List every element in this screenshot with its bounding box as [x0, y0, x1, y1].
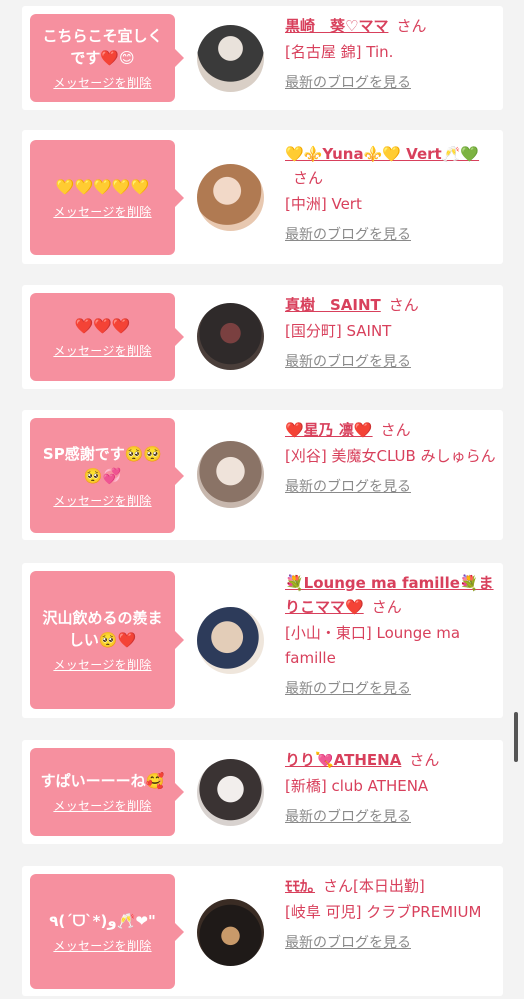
shop-label: [岐阜 可児] クラブPREMIUM: [285, 903, 482, 921]
sender-info: ❤️星乃 凛❤️ さん [刈谷] 美魔女CLUB みしゅらん 最新のブログを見る: [285, 418, 497, 497]
sender-name-link[interactable]: 黒崎 葵♡ママ: [285, 17, 388, 35]
message-text: こちらこそ宜しくです❤️😊: [42, 27, 163, 67]
delete-message-link[interactable]: メッセージを削除: [53, 938, 151, 954]
shop-label: [刈谷] 美魔女CLUB みしゅらん: [285, 447, 496, 465]
name-row: りり💘ATHENA さん: [285, 748, 497, 772]
delete-message-link[interactable]: メッセージを削除: [53, 75, 151, 91]
avatar[interactable]: [197, 899, 264, 966]
latest-blog-link[interactable]: 最新のブログを見る: [285, 477, 411, 497]
sender-info: 💛⚜️Yuna⚜️💛 Vert🥂💚 さん [中洲] Vert 最新のブログを見る: [285, 142, 497, 245]
name-row: 💛⚜️Yuna⚜️💛 Vert🥂💚 さん: [285, 142, 497, 190]
honorific: さん: [380, 421, 411, 439]
message-card: ❤️❤️❤️ メッセージを削除 真樹 SAINT さん [国分町] SAINT 最…: [22, 285, 503, 389]
shop-label: [小山・東口] Lounge ma famille: [285, 624, 461, 667]
message-card: こちらこそ宜しくです❤️😊 メッセージを削除 黒崎 葵♡ママ さん [名古屋 錦]…: [22, 6, 503, 110]
message-bubble: すぱいーーーね🥰 メッセージを削除: [30, 748, 184, 836]
delete-message-link[interactable]: メッセージを削除: [53, 343, 151, 359]
name-row: ﾓﾓｶ｡ さん[本日出勤]: [285, 874, 497, 898]
message-bubble: SP感謝です🥺🥺🥺💞 メッセージを削除: [30, 418, 184, 533]
shop-label: [名古屋 錦] Tin.: [285, 43, 394, 61]
avatar[interactable]: [197, 164, 264, 231]
message-card: SP感謝です🥺🥺🥺💞 メッセージを削除 ❤️星乃 凛❤️ さん [刈谷] 美魔女C…: [22, 410, 503, 540]
sender-info: 黒崎 葵♡ママ さん [名古屋 錦] Tin. 最新のブログを見る: [285, 14, 497, 93]
latest-blog-link[interactable]: 最新のブログを見る: [285, 352, 411, 372]
honorific: さん: [323, 877, 354, 895]
message-feed: こちらこそ宜しくです❤️😊 メッセージを削除 黒崎 葵♡ママ さん [名古屋 錦]…: [0, 0, 524, 999]
avatar[interactable]: [197, 303, 264, 370]
latest-blog-link[interactable]: 最新のブログを見る: [285, 225, 411, 245]
latest-blog-link[interactable]: 最新のブログを見る: [285, 679, 411, 699]
name-row: 💐Lounge ma famille💐まりこママ❤️ さん: [285, 571, 497, 619]
message-card: 沢山飲めるの羨ましい🥺❤️ メッセージを削除 💐Lounge ma famill…: [22, 563, 503, 718]
delete-message-link[interactable]: メッセージを削除: [53, 798, 151, 814]
message-card: 💛💛💛💛💛 メッセージを削除 💛⚜️Yuna⚜️💛 Vert🥂💚 さん [中洲] …: [22, 130, 503, 264]
message-bubble: 沢山飲めるの羨ましい🥺❤️ メッセージを削除: [30, 571, 184, 709]
avatar[interactable]: [197, 759, 264, 826]
sender-name-link[interactable]: ﾓﾓｶ｡: [285, 877, 315, 895]
delete-message-link[interactable]: メッセージを削除: [53, 204, 151, 220]
message-text: 💛💛💛💛💛: [55, 177, 150, 196]
honorific: さん: [396, 17, 427, 35]
honorific: さん: [388, 296, 419, 314]
avatar[interactable]: [197, 441, 264, 508]
message-card: すぱいーーーね🥰 メッセージを削除 りり💘ATHENA さん [新橋] club …: [22, 740, 503, 844]
status-label: [本日出勤]: [353, 877, 425, 895]
message-bubble: ٩(ˊᗜˋ*)و🥂❤︎" メッセージを削除: [30, 874, 184, 989]
message-bubble: 💛💛💛💛💛 メッセージを削除: [30, 140, 184, 255]
sender-info: りり💘ATHENA さん [新橋] club ATHENA 最新のブログを見る: [285, 748, 497, 827]
sender-name-link[interactable]: 真樹 SAINT: [285, 296, 381, 314]
shop-label: [中洲] Vert: [285, 195, 362, 213]
message-bubble: ❤️❤️❤️ メッセージを削除: [30, 293, 184, 381]
avatar[interactable]: [197, 25, 264, 92]
delete-message-link[interactable]: メッセージを削除: [53, 657, 151, 673]
scrollbar[interactable]: [514, 712, 518, 762]
avatar[interactable]: [197, 607, 264, 674]
sender-info: 真樹 SAINT さん [国分町] SAINT 最新のブログを見る: [285, 293, 497, 372]
latest-blog-link[interactable]: 最新のブログを見る: [285, 73, 411, 93]
message-text: ❤️❤️❤️: [74, 317, 131, 335]
message-text: すぱいーーーね🥰: [40, 772, 165, 790]
name-row: 黒崎 葵♡ママ さん: [285, 14, 497, 38]
sender-name-link[interactable]: りり💘ATHENA: [285, 751, 401, 769]
shop-label: [国分町] SAINT: [285, 322, 392, 340]
sender-name-link[interactable]: 💛⚜️Yuna⚜️💛 Vert🥂💚: [285, 145, 479, 163]
name-row: ❤️星乃 凛❤️ さん: [285, 418, 497, 442]
message-card: ٩(ˊᗜˋ*)و🥂❤︎" メッセージを削除 ﾓﾓｶ｡ さん[本日出勤] [岐阜 可…: [22, 866, 503, 996]
sender-info: ﾓﾓｶ｡ さん[本日出勤] [岐阜 可児] クラブPREMIUM 最新のブログを見…: [285, 874, 497, 953]
latest-blog-link[interactable]: 最新のブログを見る: [285, 807, 411, 827]
honorific: さん: [293, 169, 324, 187]
honorific: さん: [371, 598, 402, 616]
message-text: 沢山飲めるの羨ましい🥺❤️: [42, 609, 163, 649]
sender-name-link[interactable]: ❤️星乃 凛❤️: [285, 421, 373, 439]
latest-blog-link[interactable]: 最新のブログを見る: [285, 933, 411, 953]
message-text: SP感謝です🥺🥺🥺💞: [42, 444, 163, 485]
honorific: さん: [409, 751, 440, 769]
sender-info: 💐Lounge ma famille💐まりこママ❤️ さん [小山・東口] Lou…: [285, 571, 497, 699]
delete-message-link[interactable]: メッセージを削除: [53, 493, 151, 509]
message-text: ٩(ˊᗜˋ*)و🥂❤︎": [49, 911, 156, 930]
name-row: 真樹 SAINT さん: [285, 293, 497, 317]
shop-label: [新橋] club ATHENA: [285, 777, 429, 795]
message-bubble: こちらこそ宜しくです❤️😊 メッセージを削除: [30, 14, 184, 102]
